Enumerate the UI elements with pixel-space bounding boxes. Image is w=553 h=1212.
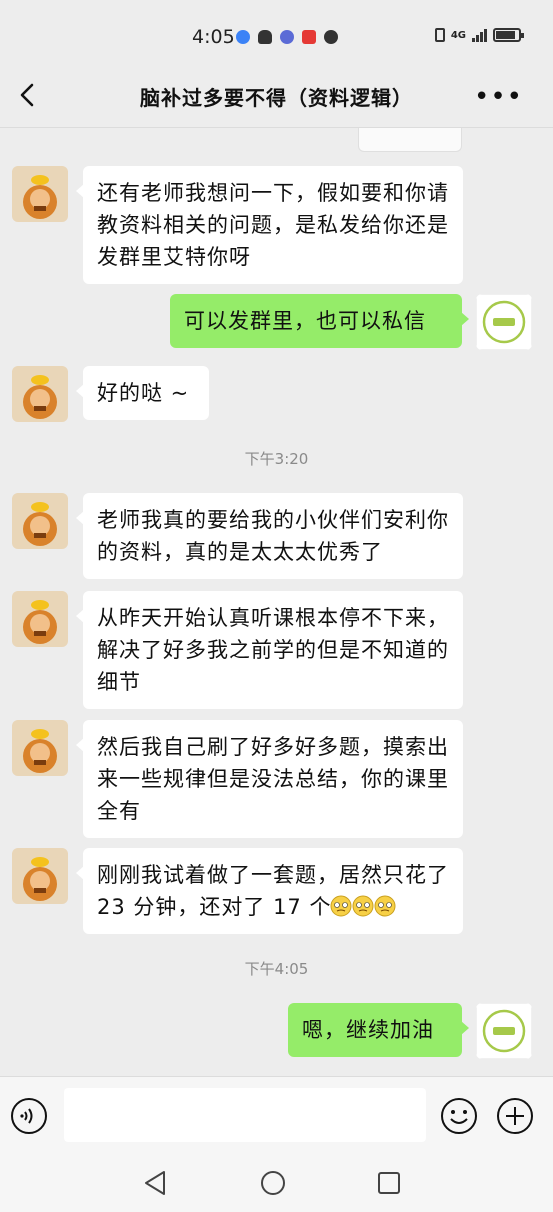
message-icon — [324, 30, 338, 44]
message-bubble: 刚刚我试着做了一套题，居然只花了 23 分钟，还对了 17 个 — [76, 848, 463, 934]
message-bubble: 还有老师我想问一下，假如要和你请教资料相关的问题，是私发给你还是发群里艾特你呀 — [76, 166, 463, 284]
avatar[interactable] — [12, 366, 68, 422]
message-bubble: 可以发群里，也可以私信 — [170, 294, 469, 348]
previous-image-message[interactable] — [358, 128, 462, 152]
signal-icon — [472, 28, 487, 42]
message-input[interactable] — [64, 1088, 426, 1142]
nav-home-icon[interactable] — [258, 1168, 288, 1198]
avatar[interactable] — [12, 591, 68, 647]
smiley-icon[interactable] — [440, 1097, 478, 1135]
status-bar: 4:05 4G — [0, 0, 553, 62]
nav-recent-apps-icon[interactable] — [374, 1168, 404, 1198]
timestamp: 下午4:05 — [244, 960, 309, 978]
message-bubble: 好的哒 ~ — [76, 366, 209, 420]
music-app-icon — [280, 30, 294, 44]
status-indicators: 4G — [434, 28, 524, 42]
message-bubble: 老师我真的要给我的小伙伴们安利你的资料，真的是太太太优秀了 — [76, 493, 463, 579]
message-bubble: 从昨天开始认真听课根本停不下来，解决了好多我之前学的但是不知道的细节 — [76, 591, 463, 709]
avatar[interactable] — [476, 294, 532, 350]
network-type: 4G — [450, 29, 466, 41]
avatar[interactable] — [12, 493, 68, 549]
avatar[interactable] — [12, 166, 68, 222]
smiley-emoji-icon — [374, 895, 396, 917]
avatar[interactable] — [12, 848, 68, 904]
app-notification-icon — [236, 30, 250, 44]
status-time: 4:05 — [192, 26, 235, 48]
avatar[interactable] — [476, 1003, 532, 1059]
vibrate-icon — [434, 28, 445, 42]
chat-title: 脑补过多要不得（资料逻辑） — [140, 86, 413, 110]
timestamp: 下午3:20 — [244, 450, 309, 468]
message-bubble: 然后我自己刷了好多好多题，摸索出来一些规律但是没法总结，你的课里全有 — [76, 720, 463, 838]
avatar[interactable] — [12, 720, 68, 776]
plus-circle-icon[interactable] — [496, 1097, 534, 1135]
bell-icon — [258, 30, 272, 44]
voice-icon[interactable] — [10, 1097, 48, 1135]
more-dots-icon[interactable]: ••• — [474, 82, 523, 112]
input-bar — [0, 1076, 553, 1154]
smiley-emoji-icon — [352, 895, 374, 917]
chat-header: 脑补过多要不得（资料逻辑） ••• — [0, 62, 553, 128]
smiley-emoji-icon — [330, 895, 352, 917]
battery-icon — [493, 28, 524, 42]
app-notification-icon — [302, 30, 316, 44]
system-nav-bar — [0, 1154, 553, 1212]
nav-back-icon[interactable] — [140, 1168, 170, 1198]
message-bubble: 嗯，继续加油 — [288, 1003, 469, 1057]
